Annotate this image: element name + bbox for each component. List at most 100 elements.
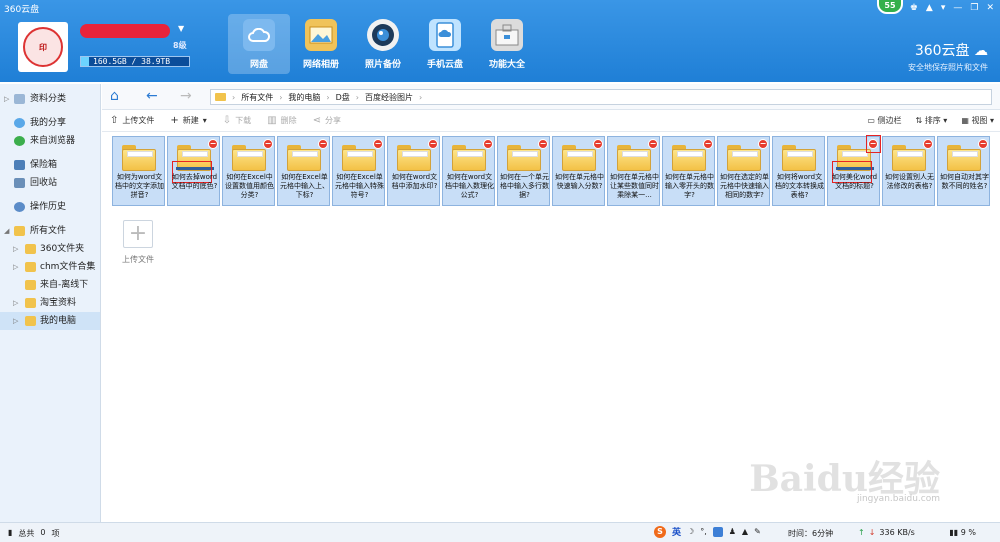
download-label: 下载	[235, 116, 252, 125]
shirt-icon[interactable]: ▲	[926, 3, 933, 13]
file-tile[interactable]: 如何将word文档的文本转换成表格?	[772, 136, 825, 206]
separator-icon: ›	[418, 92, 423, 102]
moon-icon[interactable]: ☽	[687, 527, 694, 536]
shirt-icon[interactable]: ▲	[742, 527, 748, 536]
progress-bar-icon: ▮▮	[949, 528, 959, 537]
remove-icon[interactable]: −	[318, 139, 328, 149]
user-icon[interactable]: ♟	[729, 527, 736, 536]
breadcrumb-item[interactable]: 所有文件	[241, 92, 273, 103]
sidebar-folder-taobao[interactable]: ▷ 淘宝资料	[0, 294, 100, 312]
sidebar-item-history[interactable]: 操作历史	[0, 198, 100, 216]
file-tile[interactable]: − 如何在一个单元格中输入多行数据?	[497, 136, 550, 206]
sidebar-item-my-share[interactable]: 我的分享	[0, 114, 100, 132]
plus-icon: +	[170, 115, 179, 126]
sidebar-toggle-button[interactable]: ▭ 侧边栏	[867, 115, 901, 126]
folder-icon	[672, 145, 706, 171]
sidebar-folder-offline[interactable]: 来自-离线下	[0, 276, 100, 294]
sidebar-folder-360[interactable]: ▷ 360文件夹	[0, 240, 100, 258]
remove-icon[interactable]: −	[758, 139, 768, 149]
sidebar-item-all-files[interactable]: ◢ 所有文件	[0, 222, 100, 240]
sidebar-item-safe[interactable]: 保险箱	[0, 156, 100, 174]
sidebar-item-label: 回收站	[30, 178, 58, 188]
download-button[interactable]: ⇩ 下载	[223, 115, 251, 126]
file-tile[interactable]: − 如何在Excel单元格中输入上、下标?	[277, 136, 330, 206]
history-icon	[14, 202, 25, 212]
file-tile[interactable]: − 如何在word文档中添加水印?	[387, 136, 440, 206]
breadcrumb-item[interactable]: 百度经验图片	[365, 92, 413, 103]
avatar[interactable]: 印	[18, 22, 68, 72]
minimize-icon[interactable]: —	[953, 3, 962, 13]
file-tile[interactable]: − 如何在word文档中输入数理化公式?	[442, 136, 495, 206]
expand-arrow-icon[interactable]: ▷	[13, 240, 18, 258]
delete-button[interactable]: ▥ 删除	[267, 115, 296, 126]
speed-value: 336 KB/s	[879, 528, 915, 537]
cloud-disk-icon	[243, 19, 275, 51]
nav-photo-backup[interactable]: 照片备份	[352, 14, 414, 74]
nav-phone-cloud[interactable]: 手机云盘	[414, 14, 476, 74]
file-name: 如何在word文档中添加水印?	[391, 173, 438, 190]
expand-arrow-icon[interactable]: ▷	[13, 294, 18, 312]
remove-icon[interactable]: −	[703, 139, 713, 149]
close-icon[interactable]: ✕	[986, 3, 994, 13]
maximize-icon[interactable]: ❐	[970, 3, 978, 13]
file-tile[interactable]: − 如何去掉word文档中的底色?	[167, 136, 220, 206]
file-tile[interactable]: − 如何在Excel单元格中输入特殊符号?	[332, 136, 385, 206]
share-button[interactable]: ⋖ 分享	[313, 115, 341, 126]
file-tile[interactable]: − 如何在Excel中设置数值用颜色分类?	[222, 136, 275, 206]
forward-arrow-icon[interactable]: →	[180, 88, 192, 104]
punctuation-icon[interactable]: °,	[700, 527, 707, 536]
nav-cloud-disk[interactable]: 网盘	[228, 14, 290, 74]
sidebar-item-from-browser[interactable]: 来自浏览器	[0, 132, 100, 150]
file-tile[interactable]: − 如何在单元格中输入零开头的数字?	[662, 136, 715, 206]
separator-icon: ›	[355, 92, 359, 102]
file-tile[interactable]: 如何为word文档中的文字添加拼音?	[112, 136, 165, 206]
expand-arrow-icon[interactable]: ▷	[4, 90, 9, 108]
remove-icon[interactable]: −	[593, 139, 603, 149]
sogou-icon[interactable]: S	[654, 525, 666, 538]
file-tile[interactable]: − 如何设置别人无法修改的表格?	[882, 136, 935, 206]
breadcrumb-item[interactable]: 我的电脑	[288, 92, 320, 103]
back-arrow-icon[interactable]: ←	[146, 88, 158, 104]
remove-icon[interactable]: −	[373, 139, 383, 149]
highlight-box	[866, 135, 881, 153]
sidebar-folder-chm[interactable]: ▷ chm文件合集	[0, 258, 100, 276]
new-button[interactable]: + 新建 ▾	[170, 115, 206, 126]
remove-icon[interactable]: −	[208, 139, 218, 149]
keyboard-icon[interactable]	[712, 526, 723, 537]
notification-badge[interactable]: 55	[877, 0, 903, 14]
file-tile[interactable]: − 如何在选定的单元格中快速输入相同的数字?	[717, 136, 770, 206]
nav-photo-album[interactable]: 网络相册	[290, 14, 352, 74]
sidebar-item-recycle-bin[interactable]: 回收站	[0, 174, 100, 192]
upload-button[interactable]: ⇧ 上传文件	[110, 115, 154, 126]
menu-icon[interactable]: ▾	[941, 3, 946, 13]
file-tile[interactable]: − 如何美化word文档的标题?	[827, 135, 881, 206]
nav-toolbox[interactable]: 功能大全	[476, 14, 538, 74]
main-nav: 网盘 网络相册 照片备份 手机云盘 功能大全	[228, 14, 538, 74]
remove-icon[interactable]: −	[923, 139, 933, 149]
expand-arrow-icon[interactable]: ▷	[13, 312, 18, 330]
remove-icon[interactable]: −	[483, 139, 493, 149]
collapse-arrow-icon[interactable]: ◢	[4, 222, 9, 240]
skin-icon[interactable]: ♚	[910, 3, 918, 13]
remove-icon[interactable]: −	[538, 139, 548, 149]
remove-icon[interactable]: −	[263, 139, 273, 149]
sort-button[interactable]: ⇅ 排序 ▾	[916, 115, 948, 126]
remove-icon[interactable]: −	[978, 139, 988, 149]
file-tile[interactable]: − 如何在单元格中让某些数值同时乘除某一...	[607, 136, 660, 206]
home-icon[interactable]: ⌂	[110, 88, 119, 104]
remove-icon[interactable]: −	[428, 139, 438, 149]
sidebar-item-category[interactable]: ▷ 资料分类	[0, 90, 100, 108]
upload-tile[interactable]: + 上传文件	[118, 220, 158, 265]
ime-lang[interactable]: 英	[672, 525, 681, 538]
breadcrumb-item[interactable]: D盘	[336, 92, 350, 103]
tool-icon[interactable]: ✎	[754, 527, 761, 536]
chevron-down-icon[interactable]: ▼	[178, 24, 184, 33]
view-button[interactable]: ▦ 视图 ▾	[961, 115, 994, 126]
file-tile[interactable]: − 如何在单元格中快速输入分数?	[552, 136, 605, 206]
file-tile[interactable]: − 如何自动对其字数不同的姓名?	[937, 136, 990, 206]
expand-arrow-icon[interactable]: ▷	[13, 258, 18, 276]
remove-icon[interactable]: −	[648, 139, 658, 149]
username[interactable]: ▼	[80, 24, 184, 38]
sidebar-folder-my-computer[interactable]: ▷ 我的电脑	[0, 312, 100, 330]
folder-icon	[25, 316, 36, 326]
